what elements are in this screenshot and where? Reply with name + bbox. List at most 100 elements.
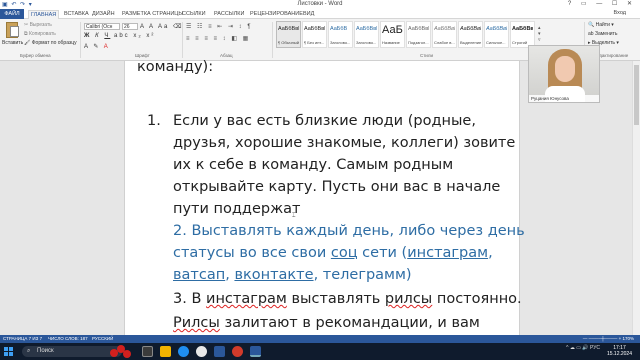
style-subtle-emphasis[interactable]: АаБбВвГг Слабое в... — [432, 21, 457, 48]
format-painter-label: Формат по образцу — [31, 40, 77, 46]
list-buttons[interactable]: ☰ ☷ ≡ ⇤ ⇥ ↕ ¶ — [186, 23, 253, 30]
style-sample: АаБбВвГг — [460, 26, 481, 32]
style-sample: АаБбВвГг — [434, 26, 455, 32]
style-name: Заголово... — [356, 40, 377, 45]
scrollbar-thumb[interactable] — [634, 65, 639, 125]
style-name: Сильное... — [486, 40, 506, 45]
doc-line: 2. Выставлять каждый день, либо через де… — [173, 223, 525, 239]
system-tray[interactable]: ^ ☁ ▭ 🔊 РУС — [566, 345, 600, 351]
doc-line: статусы во все свои соц сети (инстаграм, — [173, 242, 493, 264]
word-count[interactable]: ЧИСЛО СЛОВ: 187 — [48, 335, 88, 343]
paste-sheet-icon — [10, 26, 19, 37]
document-workspace: команду): 1. Если у вас есть близкие люд… — [0, 59, 640, 344]
doc-line: ватсап, вконтакте, телеграмм) — [173, 264, 412, 286]
task-view-icon[interactable] — [142, 346, 153, 357]
styles-more-button[interactable]: ▴ ▾ ▿ — [538, 25, 543, 43]
style-sample: АаБбВвГг — [278, 26, 299, 32]
style-intense-emphasis[interactable]: АаБбВвГг Сильное... — [484, 21, 509, 48]
text-run: выставлять — [286, 291, 385, 307]
format-painter-button[interactable]: 🖌 Формат по образцу — [24, 40, 77, 46]
font-size-select[interactable]: 26 — [122, 23, 138, 30]
tab-review[interactable]: РЕЦЕНЗИРОВАНИЕ — [250, 10, 303, 18]
list-number: 1. — [147, 113, 161, 129]
doc-line: пути поддержат — [173, 201, 301, 217]
tab-insert[interactable]: ВСТАВКА — [64, 10, 89, 18]
style-subtitle[interactable]: АаБбВвГ Подзагол... — [406, 21, 431, 48]
doc-line: Рилсы залитают в рекомандации, и вам — [173, 312, 480, 334]
style-sample: АаБбВ — [330, 26, 348, 32]
document-page[interactable]: команду): 1. Если у вас есть близкие люд… — [124, 59, 525, 344]
tab-mailings[interactable]: РАССЫЛКИ — [214, 10, 244, 18]
presenter-face — [555, 56, 575, 82]
cut-button[interactable]: ✂ Вырезать — [24, 22, 52, 28]
window-controls[interactable]: ? ▭ — ☐ ✕ — [568, 0, 636, 9]
copy-button[interactable]: ⧉ Копировать — [24, 31, 56, 37]
doc-line: команду): — [137, 59, 214, 75]
tab-design[interactable]: ДИЗАЙН — [92, 10, 115, 18]
word-active-icon[interactable] — [250, 346, 261, 357]
windows-start-icon[interactable] — [4, 347, 13, 356]
find-button[interactable]: 🔍 Найти ▾ — [588, 22, 614, 28]
vertical-scrollbar[interactable] — [632, 61, 640, 344]
style-title[interactable]: АаБ Название — [380, 21, 405, 48]
text-run: , телеграмм) — [313, 267, 412, 283]
file-explorer-icon[interactable] — [160, 346, 171, 357]
misspelled-word: Рилсы — [173, 315, 220, 331]
text-run-underlined: ватсап — [173, 267, 226, 283]
style-name: Слабое в... — [434, 40, 455, 45]
style-sample: АаБ — [382, 24, 403, 36]
font-name-select[interactable]: Calibri (Осн — [84, 23, 120, 30]
style-normal[interactable]: АаБбВвГг ¶ Обычный — [276, 21, 301, 48]
text-run: залитают в рекомандации, и вам — [219, 315, 480, 331]
text-run-underlined: соц — [330, 245, 358, 261]
font-grow-shrink[interactable]: A A Aa ⌫ — [140, 23, 184, 30]
taskbar: ⌕ Поиск ^ ☁ ▭ 🔊 РУС 17:17 15.12.2024 — [0, 343, 640, 360]
alignment-buttons[interactable]: ≡ ≡ ≡ ≡ ↕ ◧ ▦ — [186, 35, 250, 42]
group-divider — [272, 22, 273, 58]
style-no-spacing[interactable]: АаБбВвГг ¶ Без инт... — [302, 21, 327, 48]
tab-layout[interactable]: РАЗМЕТКА СТРАНИЦЫ — [122, 10, 183, 18]
style-name: Выделение — [460, 40, 481, 45]
doc-line: друзья, хорошие знакомые, коллеги) зовит… — [173, 135, 516, 151]
group-divider — [182, 22, 183, 58]
language-indicator[interactable]: РУССКИЙ — [92, 335, 113, 343]
style-strong[interactable]: АаБбВвГг Строгий — [510, 21, 535, 48]
word-icon[interactable] — [214, 346, 225, 357]
find-label: Найти — [595, 22, 610, 28]
style-name: ¶ Без инт... — [304, 40, 325, 45]
chrome-icon[interactable] — [196, 346, 207, 357]
font-effects-buttons[interactable]: A ✎ A — [84, 43, 110, 50]
doc-line: 3. В инстаграм выставлять рилсы постоянн… — [173, 288, 522, 310]
group-divider — [80, 22, 81, 58]
style-heading-2[interactable]: АаБбВвГ Заголово... — [354, 21, 379, 48]
tab-references[interactable]: ССЫЛКИ — [182, 10, 206, 18]
text-run: постоянно. — [432, 291, 522, 307]
page-count[interactable]: СТРАНИЦА 7 ИЗ 7 — [3, 335, 42, 343]
ribbon-tabs: ФАЙЛ ГЛАВНАЯ ВСТАВКА ДИЗАЙН РАЗМЕТКА СТР… — [0, 9, 640, 20]
edge-icon[interactable] — [178, 346, 189, 357]
clock-date: 15.12.2024 — [606, 351, 632, 357]
style-sample: АаБбВвГ — [356, 26, 377, 32]
style-heading-1[interactable]: АаБбВ Заголово... — [328, 21, 353, 48]
style-name: ¶ Обычный — [278, 40, 299, 45]
tab-view[interactable]: ВИД — [303, 10, 314, 18]
style-sample: АаБбВвГг — [486, 26, 507, 32]
replace-label: Заменить — [594, 31, 618, 37]
taskbar-search[interactable]: ⌕ Поиск — [22, 346, 122, 357]
search-icon: ⌕ — [27, 348, 31, 354]
doc-line: Если у вас есть близкие люди (родные, — [173, 113, 476, 129]
webcam-caption: Руцания Юнусова — [529, 95, 599, 102]
taskbar-clock[interactable]: 17:17 15.12.2024 — [607, 345, 632, 357]
paste-label: Вставить — [2, 40, 24, 46]
replace-button[interactable]: ab Заменить — [588, 31, 617, 37]
zoom-slider[interactable]: — ────┼──── + 170% — [583, 335, 634, 343]
tab-file[interactable]: ФАЙЛ — [0, 9, 24, 19]
misspelled-word: рилсы — [384, 291, 433, 307]
sign-in-link[interactable]: Вход — [614, 10, 626, 16]
recorder-icon[interactable] — [232, 346, 243, 357]
text-run: сети ( — [357, 245, 408, 261]
paragraph-group-label: Абзац — [220, 53, 233, 58]
style-emphasis[interactable]: АаБбВвГг Выделение — [458, 21, 483, 48]
font-format-buttons[interactable]: Ж К Ч abc x₂ x² — [84, 33, 155, 39]
webcam-overlay: Руцания Юнусова — [528, 45, 600, 103]
